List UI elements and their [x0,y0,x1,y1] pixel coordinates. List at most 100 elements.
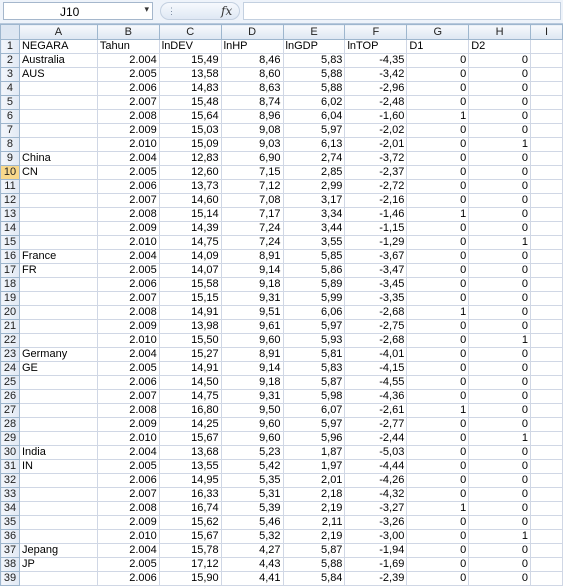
cell-a34[interactable] [18,501,98,516]
cell-e8[interactable]: 6,13 [282,137,346,152]
cell-e20[interactable]: 6,06 [282,305,346,320]
cell-b2[interactable]: 2.004 [96,53,160,68]
cell-b4[interactable]: 2.006 [96,81,160,96]
cell-f21[interactable]: -2,75 [344,319,408,334]
column-header-a[interactable]: A [18,24,98,40]
cell-b9[interactable]: 2.004 [96,151,160,166]
cell-b23[interactable]: 2.004 [96,347,160,362]
row-header[interactable]: 30 [0,445,20,460]
cell-b12[interactable]: 2.007 [96,193,160,208]
row-header[interactable]: 5 [0,95,20,110]
column-header-h[interactable]: H [468,24,532,40]
cell-h1[interactable]: D2 [468,39,532,54]
cell-d26[interactable]: 9,31 [220,389,284,404]
cell-a20[interactable] [18,305,98,320]
cell-i24[interactable] [530,361,563,376]
cell-a28[interactable] [18,417,98,432]
cell-f30[interactable]: -5,03 [344,445,408,460]
row-header[interactable]: 20 [0,305,20,320]
cell-c12[interactable]: 14,60 [158,193,222,208]
cell-g21[interactable]: 0 [406,319,470,334]
cell-f11[interactable]: -2,72 [344,179,408,194]
cell-i13[interactable] [530,207,563,222]
cell-f2[interactable]: -4,35 [344,53,408,68]
cell-f29[interactable]: -2,44 [344,431,408,446]
cell-i31[interactable] [530,459,563,474]
cell-c36[interactable]: 15,67 [158,529,222,544]
cell-c19[interactable]: 15,15 [158,291,222,306]
cell-b13[interactable]: 2.008 [96,207,160,222]
cell-a38[interactable]: JP [18,557,98,572]
cell-d33[interactable]: 5,31 [220,487,284,502]
cell-e30[interactable]: 1,87 [282,445,346,460]
row-header[interactable]: 6 [0,109,20,124]
column-header-d[interactable]: D [220,24,284,40]
cell-f10[interactable]: -2,37 [344,165,408,180]
cell-a15[interactable] [18,235,98,250]
cell-c11[interactable]: 13,73 [158,179,222,194]
cell-h31[interactable]: 0 [468,459,532,474]
column-header-i[interactable]: I [530,24,563,40]
cell-i12[interactable] [530,193,563,208]
row-header[interactable]: 27 [0,403,20,418]
cell-e38[interactable]: 5,88 [282,557,346,572]
cell-g35[interactable]: 0 [406,515,470,530]
cell-a29[interactable] [18,431,98,446]
cell-g20[interactable]: 1 [406,305,470,320]
cell-g9[interactable]: 0 [406,151,470,166]
cell-b32[interactable]: 2.006 [96,473,160,488]
cell-e14[interactable]: 3,44 [282,221,346,236]
cell-d22[interactable]: 9,60 [220,333,284,348]
cell-g16[interactable]: 0 [406,249,470,264]
cell-f23[interactable]: -4,01 [344,347,408,362]
cell-h3[interactable]: 0 [468,67,532,82]
cell-i18[interactable] [530,277,563,292]
cell-f31[interactable]: -4,44 [344,459,408,474]
cell-c15[interactable]: 14,75 [158,235,222,250]
cell-e39[interactable]: 5,84 [282,571,346,586]
row-header[interactable]: 15 [0,235,20,250]
cell-g3[interactable]: 0 [406,67,470,82]
cell-e28[interactable]: 5,97 [282,417,346,432]
cell-i28[interactable] [530,417,563,432]
cell-h24[interactable]: 0 [468,361,532,376]
cell-i17[interactable] [530,263,563,278]
cell-f27[interactable]: -2,61 [344,403,408,418]
row-header[interactable]: 38 [0,557,20,572]
cell-i30[interactable] [530,445,563,460]
cell-i20[interactable] [530,305,563,320]
row-header[interactable]: 14 [0,221,20,236]
cell-a26[interactable] [18,389,98,404]
cell-g14[interactable]: 0 [406,221,470,236]
row-header[interactable]: 31 [0,459,20,474]
cell-e18[interactable]: 5,89 [282,277,346,292]
cell-a2[interactable]: Australia [18,53,98,68]
cell-c6[interactable]: 15,64 [158,109,222,124]
cell-g1[interactable]: D1 [406,39,470,54]
select-all-corner[interactable] [0,24,20,40]
cell-c22[interactable]: 15,50 [158,333,222,348]
cell-e4[interactable]: 5,88 [282,81,346,96]
cell-h7[interactable]: 0 [468,123,532,138]
cell-d7[interactable]: 9,08 [220,123,284,138]
row-header[interactable]: 35 [0,515,20,530]
cell-d6[interactable]: 8,96 [220,109,284,124]
cell-g37[interactable]: 0 [406,543,470,558]
cell-e1[interactable]: lnGDP [282,39,346,54]
cell-c31[interactable]: 13,55 [158,459,222,474]
cell-d23[interactable]: 8,91 [220,347,284,362]
cell-h10[interactable]: 0 [468,165,532,180]
cell-h32[interactable]: 0 [468,473,532,488]
cell-c29[interactable]: 15,67 [158,431,222,446]
cell-i38[interactable] [530,557,563,572]
cell-c16[interactable]: 14,09 [158,249,222,264]
cell-i7[interactable] [530,123,563,138]
cell-i26[interactable] [530,389,563,404]
cell-f25[interactable]: -4,55 [344,375,408,390]
cell-i8[interactable] [530,137,563,152]
cell-g27[interactable]: 1 [406,403,470,418]
cell-d20[interactable]: 9,51 [220,305,284,320]
cell-g33[interactable]: 0 [406,487,470,502]
column-header-b[interactable]: B [96,24,160,40]
cell-c33[interactable]: 16,33 [158,487,222,502]
